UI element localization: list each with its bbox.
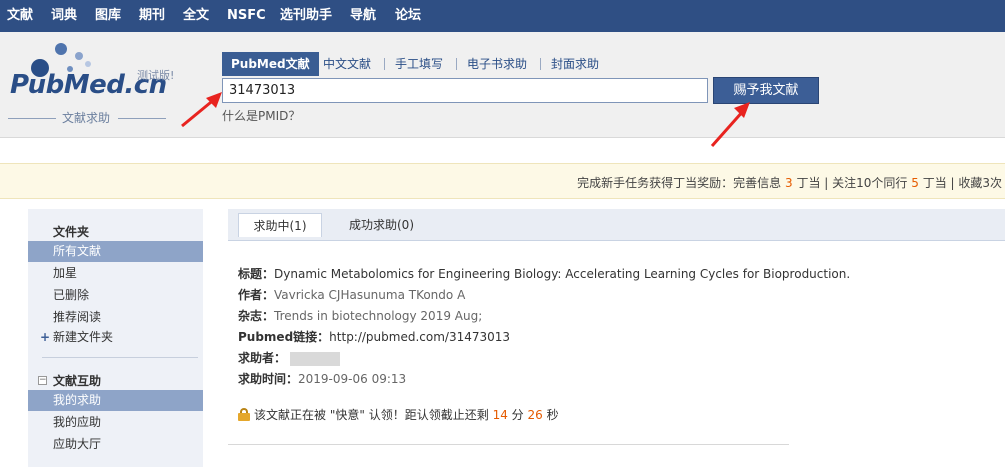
nav-item-literature[interactable]: 文献: [7, 0, 33, 32]
countdown-minutes: 14: [492, 408, 508, 422]
sidebar-section-mutual-help: 文献互助: [53, 374, 102, 388]
notice-middle-1: 丁当 | 关注10个同行: [796, 176, 908, 190]
nav-item-gallery[interactable]: 图库: [95, 0, 121, 32]
sidebar-item-recommended[interactable]: 推荐阅读: [28, 307, 203, 328]
requester-redacted: [290, 351, 341, 366]
minutes-unit: 分: [511, 408, 524, 422]
author-value: Vavricka CJHasunuma TKondo A: [274, 288, 466, 302]
logo-beta-label: 测试版!: [137, 69, 175, 82]
sidebar-item-all-literature[interactable]: 所有文献: [28, 241, 203, 262]
tab-successful-requests[interactable]: 成功求助(0): [349, 213, 414, 237]
collapse-icon[interactable]: −: [38, 376, 47, 385]
sidebar-divider: [42, 357, 198, 358]
detail-requester-row: 求助者：: [238, 349, 341, 366]
detail-author-row: 作者：Vavricka CJHasunuma TKondo A: [238, 286, 465, 303]
request-time-value: 2019-09-06 09:13: [298, 372, 407, 386]
seconds-unit: 秒: [546, 408, 559, 422]
tab-cover-request[interactable]: 封面求助: [551, 52, 599, 76]
nav-item-navigation[interactable]: 导航: [350, 0, 376, 32]
tab-separator: [384, 58, 385, 70]
sidebar-item-my-responses[interactable]: 我的应助: [28, 412, 203, 433]
claim-prefix: 该文献正在被: [254, 408, 327, 422]
pmid-help-link[interactable]: 什么是PMID？: [222, 107, 300, 124]
top-nav: 文献 词典 图库 期刊 全文 NSFC 选刊助手 导航 论坛: [0, 0, 1005, 32]
logo-subtitle: 文献求助: [62, 111, 111, 125]
tab-separator: [540, 58, 541, 70]
journal-value: Trends in biotechnology 2019 Aug;: [274, 309, 483, 323]
detail-time-row: 求助时间：2019-09-06 09:13: [238, 370, 406, 387]
request-time-label: 求助时间：: [238, 372, 299, 386]
requester-label: 求助者：: [238, 351, 287, 365]
title-value: Dynamic Metabolomics for Engineering Bio…: [274, 267, 851, 281]
sidebar-item-new-folder[interactable]: + 新建文件夹: [28, 327, 203, 348]
nav-item-nsfc[interactable]: NSFC: [227, 0, 266, 32]
nav-item-dictionary[interactable]: 词典: [51, 0, 77, 32]
nav-item-forum[interactable]: 论坛: [395, 0, 421, 32]
author-label: 作者：: [238, 288, 275, 302]
notice-reward-1: 3: [784, 176, 793, 190]
sidebar-item-help-hall[interactable]: 应助大厅: [28, 434, 203, 455]
tab-separator: [456, 58, 457, 70]
title-label: 标题：: [238, 267, 275, 281]
annotation-arrow-to-button-icon: [710, 102, 750, 147]
request-status-tabs: 求助中(1) 成功求助(0): [228, 209, 1005, 241]
claim-status: 该文献正在被 "快意" 认领！距认领截止还剩 14 分 26 秒: [238, 406, 559, 423]
notice-reward-2: 5: [911, 176, 919, 190]
claim-middle: 认领！距认领截止还剩: [368, 408, 489, 422]
detail-pubmed-row: Pubmed链接：http://pubmed.com/31473013: [238, 328, 510, 345]
notice-middle-2: 丁当 | 收藏3次: [922, 176, 1002, 190]
annotation-arrow-to-input-icon: [181, 92, 222, 128]
nav-item-fulltext[interactable]: 全文: [183, 0, 209, 32]
new-folder-label: 新建文件夹: [53, 330, 114, 344]
notice-prefix: 完成新手任务获得丁当奖励：完善信息: [577, 176, 782, 190]
sidebar-item-starred[interactable]: 加星: [28, 263, 203, 284]
sidebar: 文件夹 所有文献 加星 已删除 推荐阅读 + 新建文件夹 − 文献互助 我的求助…: [28, 209, 203, 467]
sidebar-item-my-requests[interactable]: 我的求助: [28, 390, 203, 411]
tab-chinese-literature[interactable]: 中文文献: [323, 52, 371, 76]
header: PubMed.cn 测试版! 文献求助 PubMed文献 中文文献 手工填写 电…: [0, 32, 1005, 138]
tab-pubmed[interactable]: PubMed文献: [222, 52, 319, 76]
pubmed-link-label: Pubmed链接：: [238, 330, 330, 344]
sidebar-section-folders: 文件夹: [53, 225, 90, 239]
tab-requesting[interactable]: 求助中(1): [238, 213, 322, 237]
claimer-name: "快意": [329, 408, 365, 422]
logo-divider-left: [8, 118, 56, 119]
tab-ebook-request[interactable]: 电子书求助: [467, 52, 527, 76]
lock-icon: [238, 408, 250, 421]
nav-item-journals[interactable]: 期刊: [139, 0, 165, 32]
countdown-seconds: 26: [527, 408, 543, 422]
task-reward-notice: 完成新手任务获得丁当奖励：完善信息 3 丁当 | 关注10个同行 5 丁当 | …: [0, 163, 1005, 199]
logo-divider-right: [118, 118, 166, 119]
plus-icon: +: [40, 330, 51, 344]
content-divider: [228, 444, 789, 445]
notice-text: 完成新手任务获得丁当奖励：完善信息 3 丁当 | 关注10个同行 5 丁当 | …: [577, 174, 1002, 191]
detail-title-row: 标题：Dynamic Metabolomics for Engineering …: [238, 265, 850, 282]
pmid-search-input[interactable]: [222, 78, 708, 103]
nav-item-journal-assistant[interactable]: 选刊助手: [280, 0, 332, 32]
journal-label: 杂志：: [238, 309, 275, 323]
pubmed-link-value[interactable]: http://pubmed.com/31473013: [329, 330, 510, 344]
pubmed-logo[interactable]: PubMed.cn 测试版! 文献求助: [0, 32, 200, 138]
detail-journal-row: 杂志：Trends in biotechnology 2019 Aug;: [238, 307, 482, 324]
tab-manual-entry[interactable]: 手工填写: [395, 52, 443, 76]
sidebar-item-deleted[interactable]: 已删除: [28, 285, 203, 306]
